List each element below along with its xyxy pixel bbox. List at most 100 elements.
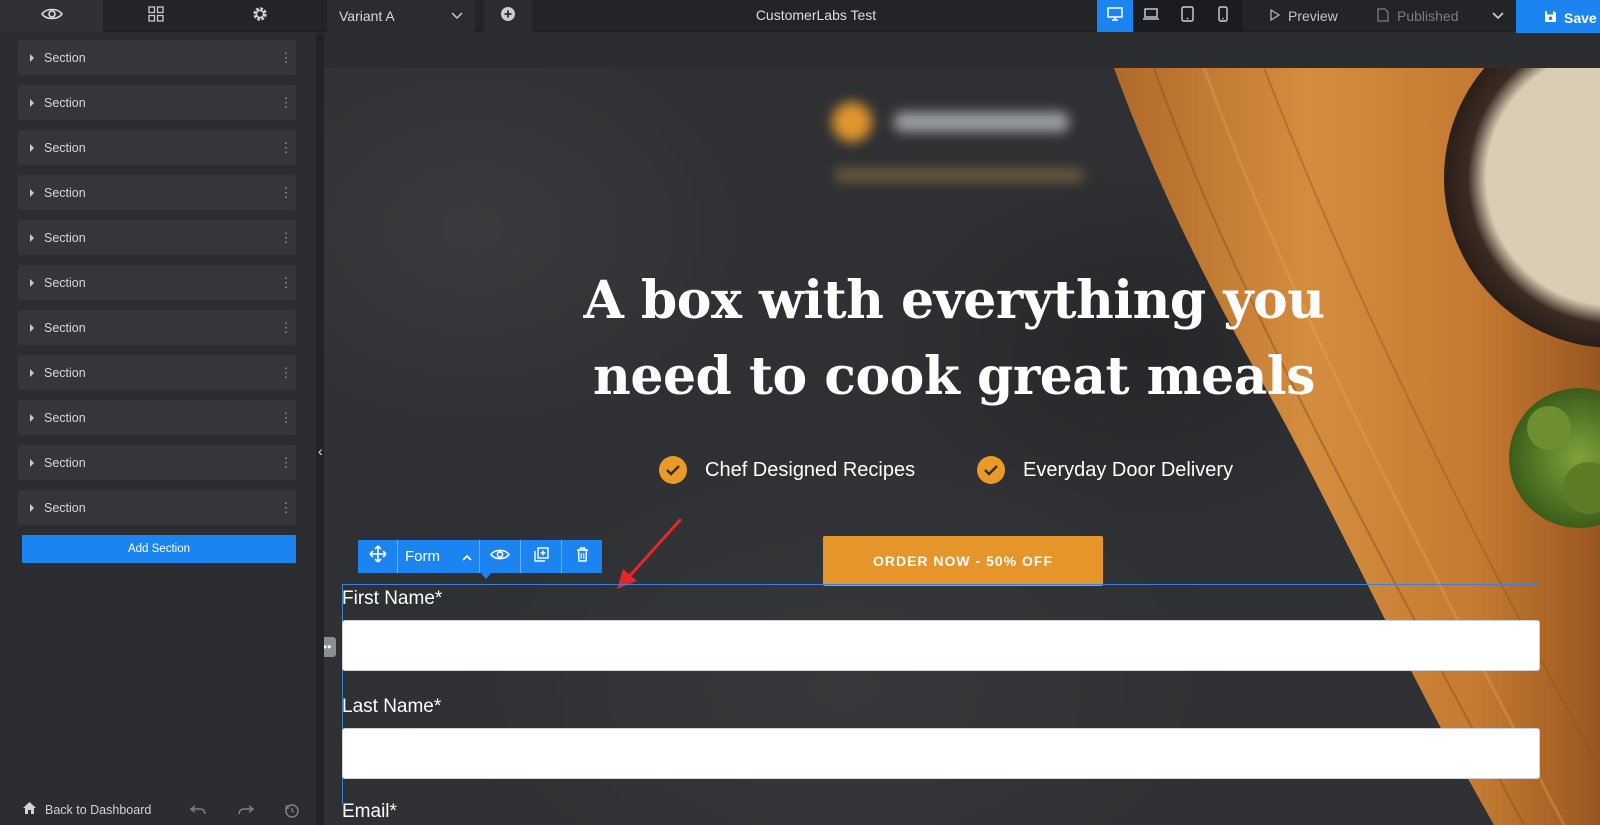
sidebar-footer: Back to Dashboard <box>0 797 316 825</box>
back-label: Back to Dashboard <box>45 802 152 817</box>
section-label: Section <box>44 230 86 245</box>
eye-icon <box>40 7 63 26</box>
checkmark-icon <box>977 456 1005 484</box>
section-item[interactable]: Section ⋮ <box>18 400 296 435</box>
section-item[interactable]: Section ⋮ <box>18 490 296 525</box>
headline-line-2: need to cook great meals <box>593 346 1315 407</box>
publish-options-dropdown[interactable] <box>1487 0 1509 32</box>
section-label: Section <box>44 320 86 335</box>
row-options-handle[interactable]: ••• <box>324 637 336 657</box>
kebab-menu-icon[interactable]: ⋮ <box>276 276 296 289</box>
kebab-menu-icon[interactable]: ⋮ <box>276 456 296 469</box>
caret-right-icon[interactable] <box>30 53 34 62</box>
section-item[interactable]: Section ⋮ <box>18 355 296 390</box>
caret-right-icon[interactable] <box>30 503 34 512</box>
section-item[interactable]: Section ⋮ <box>18 220 296 255</box>
device-mobile-button[interactable] <box>1205 0 1241 32</box>
kebab-menu-icon[interactable]: ⋮ <box>276 51 296 64</box>
section-item[interactable]: Section ⋮ <box>18 265 296 300</box>
section-label: Section <box>44 140 86 155</box>
tab-preview-eye[interactable] <box>0 0 103 32</box>
save-button[interactable]: Save <box>1516 0 1600 36</box>
feature-item: Chef Designed Recipes <box>659 456 915 484</box>
duplicate-icon <box>533 546 549 567</box>
page-title: CustomerLabs Test <box>755 7 877 23</box>
section-label: Section <box>44 410 86 425</box>
caret-right-icon[interactable] <box>30 323 34 332</box>
published-label: Published <box>1397 8 1459 24</box>
section-item[interactable]: Section ⋮ <box>18 130 296 165</box>
duplicate-button[interactable] <box>521 540 562 573</box>
add-variant-button[interactable] <box>484 0 532 32</box>
chevron-down-icon <box>451 8 463 24</box>
editor-canvas: A box with everything you need to cook g… <box>324 33 1600 825</box>
move-arrows-icon <box>368 545 387 568</box>
caret-right-icon[interactable] <box>30 368 34 377</box>
device-desktop-button[interactable] <box>1097 0 1133 32</box>
last-name-input[interactable] <box>342 728 1540 779</box>
element-type-select[interactable]: Form <box>398 540 480 573</box>
document-icon <box>1377 7 1389 25</box>
variant-select[interactable]: Variant A <box>327 0 475 32</box>
device-switcher <box>1097 0 1242 32</box>
history-icon[interactable] <box>284 802 300 823</box>
top-bar: Variant A CustomerLabs Test Preview Publ… <box>0 0 1600 36</box>
annotation-arrow-icon <box>617 517 683 589</box>
first-name-input[interactable] <box>342 620 1540 671</box>
tab-elements[interactable] <box>104 0 207 32</box>
caret-right-icon[interactable] <box>30 458 34 467</box>
section-item[interactable]: Section ⋮ <box>18 40 296 75</box>
save-label: Save <box>1564 10 1597 26</box>
tab-settings[interactable] <box>208 0 311 32</box>
mobile-icon <box>1218 5 1228 27</box>
kebab-menu-icon[interactable]: ⋮ <box>276 321 296 334</box>
kebab-menu-icon[interactable]: ⋮ <box>276 501 296 514</box>
add-section-button[interactable]: Add Section <box>22 535 296 563</box>
caret-right-icon[interactable] <box>30 188 34 197</box>
caret-right-icon[interactable] <box>30 98 34 107</box>
form-element-toolbar: Form <box>358 540 602 573</box>
chevron-up-icon <box>462 548 472 565</box>
caret-right-icon[interactable] <box>30 143 34 152</box>
panel-divider <box>316 33 324 825</box>
kebab-menu-icon[interactable]: ⋮ <box>276 366 296 379</box>
redo-icon[interactable] <box>238 803 255 821</box>
delete-button[interactable] <box>562 540 602 573</box>
device-laptop-button[interactable] <box>1133 0 1169 32</box>
feature-label: Chef Designed Recipes <box>705 458 916 481</box>
email-label-partial: Email* <box>342 801 397 822</box>
collapse-panel-icon[interactable]: ‹ <box>318 443 323 459</box>
preview-label: Preview <box>1288 8 1338 24</box>
eye-icon <box>490 548 510 566</box>
trash-icon <box>576 546 589 567</box>
toggle-visibility-button[interactable] <box>480 540 521 573</box>
section-label: Section <box>44 95 86 110</box>
section-label: Section <box>44 455 86 470</box>
device-tablet-button[interactable] <box>1169 0 1205 32</box>
section-label: Section <box>44 185 86 200</box>
kebab-menu-icon[interactable]: ⋮ <box>276 96 296 109</box>
section-item[interactable]: Section ⋮ <box>18 85 296 120</box>
preview-button[interactable]: Preview <box>1270 0 1338 32</box>
undo-icon[interactable] <box>189 803 206 821</box>
caret-right-icon[interactable] <box>30 233 34 242</box>
kebab-menu-icon[interactable]: ⋮ <box>276 411 296 424</box>
gear-icon <box>251 5 269 28</box>
section-label: Section <box>44 275 86 290</box>
checkmark-icon <box>659 456 687 484</box>
order-now-button[interactable]: ORDER NOW - 50% OFF <box>823 536 1103 586</box>
move-handle-button[interactable] <box>358 540 398 573</box>
feature-item: Everyday Door Delivery <box>977 456 1233 484</box>
section-item[interactable]: Section ⋮ <box>18 445 296 480</box>
caret-right-icon[interactable] <box>30 413 34 422</box>
kebab-menu-icon[interactable]: ⋮ <box>276 186 296 199</box>
section-label: Section <box>44 500 86 515</box>
section-item[interactable]: Section ⋮ <box>18 310 296 345</box>
publish-button[interactable]: Published <box>1377 0 1459 32</box>
caret-right-icon[interactable] <box>30 278 34 287</box>
section-item[interactable]: Section ⋮ <box>18 175 296 210</box>
kebab-menu-icon[interactable]: ⋮ <box>276 231 296 244</box>
home-icon <box>22 801 37 818</box>
kebab-menu-icon[interactable]: ⋮ <box>276 141 296 154</box>
back-to-dashboard-link[interactable]: Back to Dashboard <box>22 801 151 818</box>
